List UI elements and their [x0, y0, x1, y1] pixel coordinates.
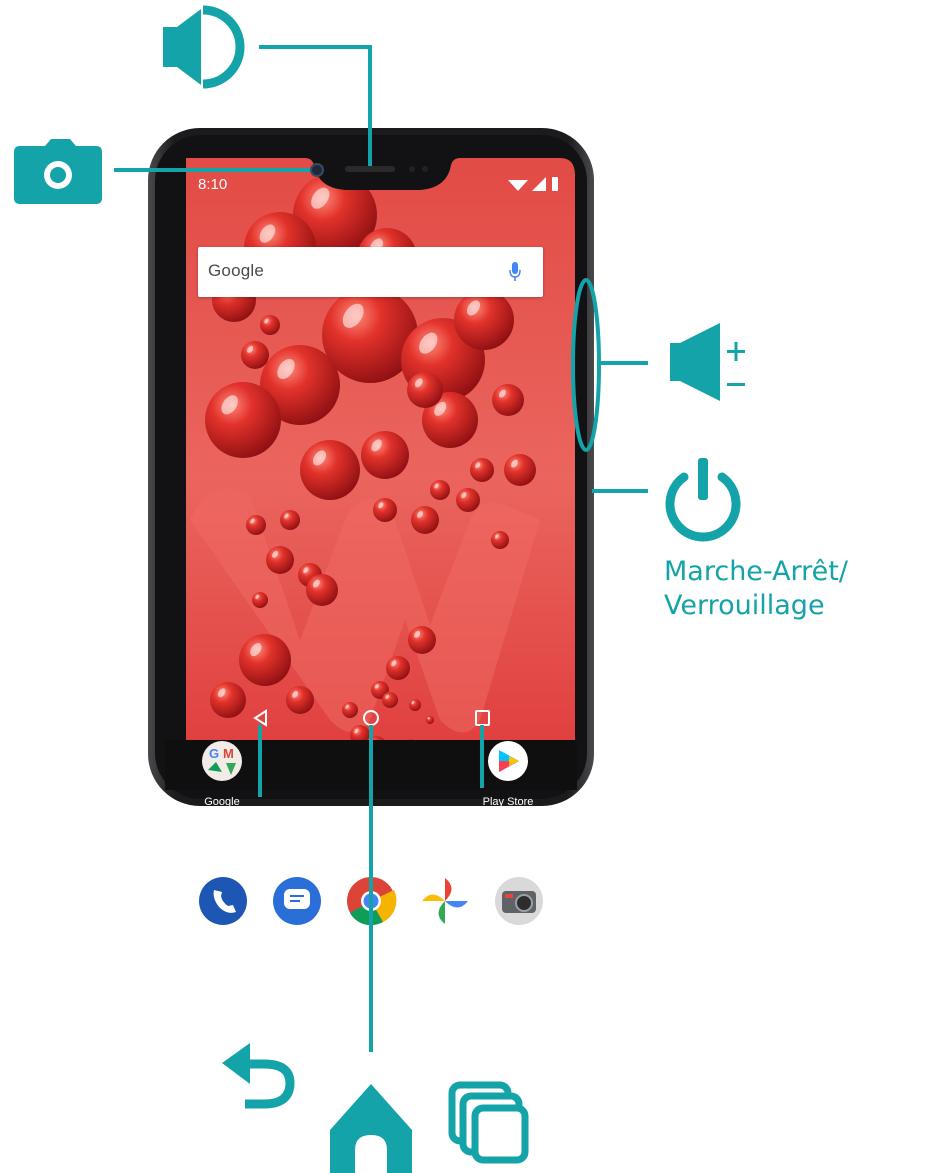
volume-plus-minus-icon [670, 323, 745, 401]
speaker-icon [163, 5, 245, 89]
back-arrow-icon [222, 1043, 295, 1109]
callout-lines [114, 45, 648, 1052]
camera-icon [14, 139, 102, 204]
power-label-line1: Marche-Arrêt/ [664, 556, 848, 587]
power-lock-label: Marche-Arrêt/ Verrouillage [664, 555, 848, 623]
power-icon [665, 458, 741, 542]
power-label-line2: Verrouillage [664, 590, 825, 621]
home-icon [330, 1084, 412, 1173]
recents-icon [448, 1081, 529, 1164]
